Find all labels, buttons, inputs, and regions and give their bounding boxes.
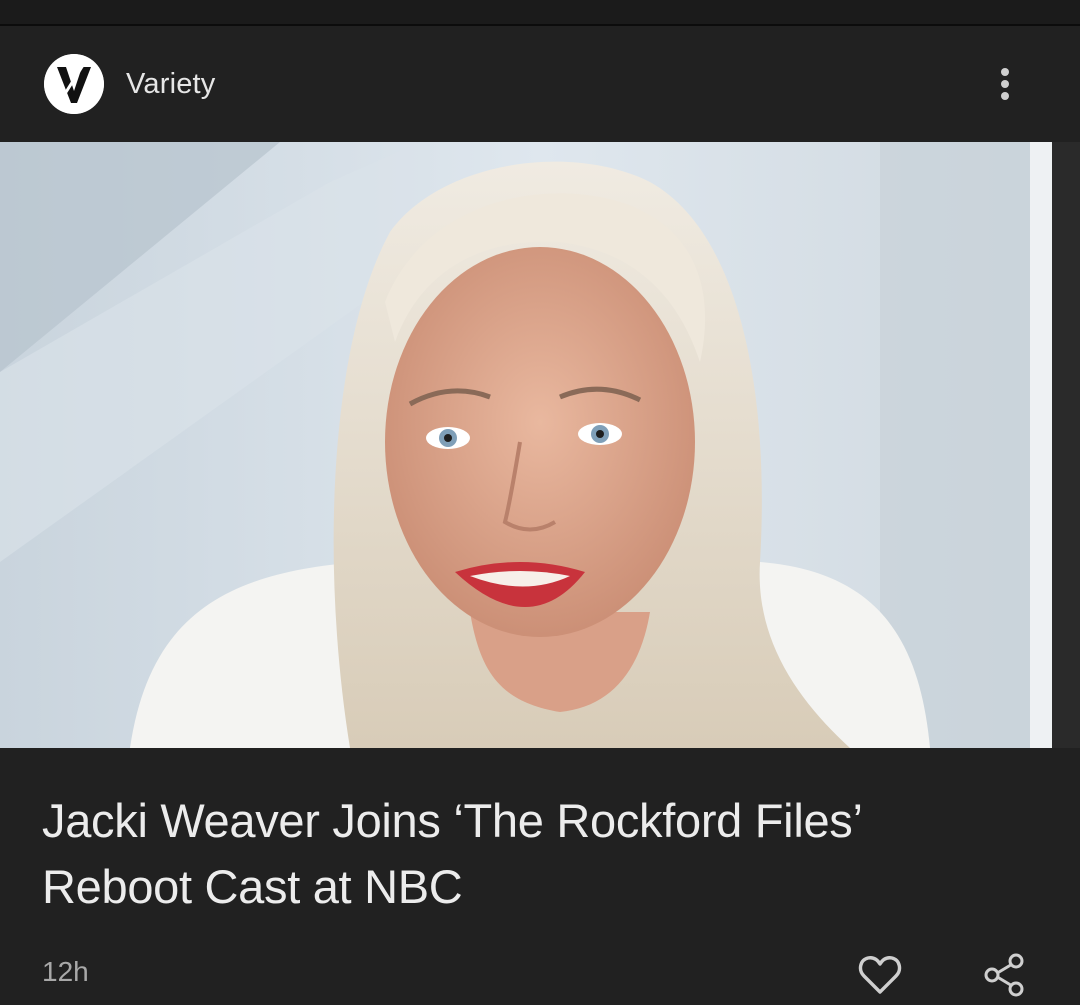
article-image[interactable]	[0, 142, 1080, 748]
card-header: Variety	[0, 26, 1080, 142]
publisher-name[interactable]: Variety	[126, 68, 216, 101]
news-card[interactable]: Variety Jacki Weaver Joins ‘The Rockford…	[0, 26, 1080, 1005]
share-icon	[984, 953, 1024, 997]
like-button[interactable]	[852, 946, 908, 1002]
more-options-button[interactable]	[984, 60, 1028, 108]
heart-outline-icon	[858, 956, 902, 994]
more-vertical-icon	[1001, 68, 1009, 76]
top-divider	[0, 0, 1080, 26]
article-headline[interactable]: Jacki Weaver Joins ‘The Rockford Files’ …	[42, 788, 1042, 920]
share-button[interactable]	[976, 946, 1032, 1002]
variety-logo-icon[interactable]	[44, 54, 104, 114]
timestamp: 12h	[42, 956, 89, 987]
